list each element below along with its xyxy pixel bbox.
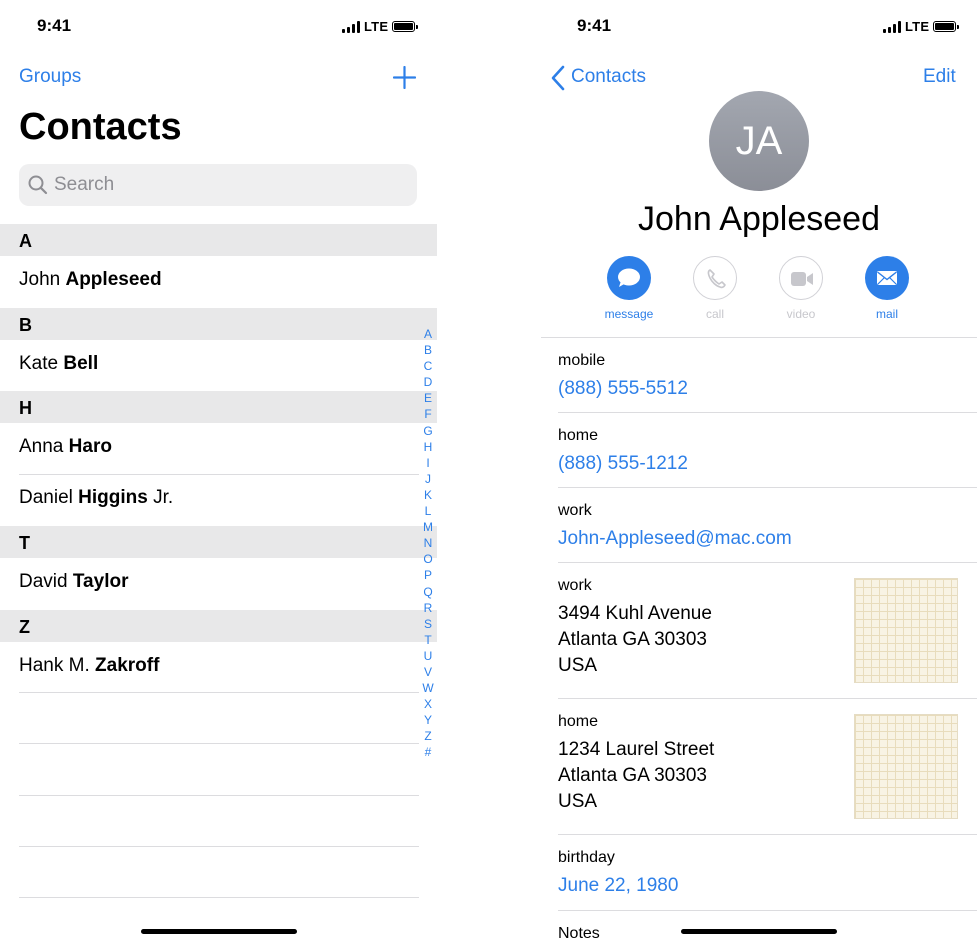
index-letter[interactable]: Y — [420, 712, 436, 728]
index-letter[interactable]: P — [420, 567, 436, 583]
field-divider — [558, 412, 977, 413]
index-letter[interactable]: I — [420, 455, 436, 471]
contact-row[interactable]: David Taylor — [19, 558, 419, 609]
index-letter[interactable]: S — [420, 616, 436, 632]
field-divider — [558, 698, 977, 699]
signal-icon — [342, 20, 360, 33]
index-letter[interactable]: O — [420, 551, 436, 567]
page-title: Contacts — [19, 106, 182, 148]
index-letter[interactable]: # — [420, 744, 436, 760]
home-indicator[interactable] — [141, 929, 297, 934]
section-index[interactable]: A B C D E F G H I J K L M N O P Q R S T U V W X Y Z # — [420, 326, 436, 761]
index-letter[interactable]: V — [420, 664, 436, 680]
video-icon — [791, 272, 813, 286]
field-divider — [558, 562, 977, 563]
index-letter[interactable]: N — [420, 535, 436, 551]
mobile-label: mobile — [558, 352, 606, 369]
home-indicator[interactable] — [681, 929, 837, 934]
chevron-left-icon — [551, 65, 565, 91]
row-divider — [19, 795, 419, 796]
index-letter[interactable]: H — [420, 439, 436, 455]
contact-row[interactable]: Daniel Higgins Jr. — [19, 474, 419, 525]
status-time: 9:41 — [37, 16, 72, 35]
search-icon — [28, 175, 48, 195]
status-bar: 9:41 LTE — [541, 0, 977, 54]
index-letter[interactable]: J — [420, 471, 436, 487]
network-label: LTE — [905, 19, 930, 34]
search-field[interactable]: Search — [19, 164, 417, 206]
home-phone-label: home — [558, 427, 599, 444]
signal-icon — [883, 20, 901, 33]
index-letter[interactable]: R — [420, 600, 436, 616]
battery-icon — [933, 21, 960, 32]
contact-row[interactable]: Kate Bell — [19, 340, 419, 391]
index-letter[interactable]: T — [420, 632, 436, 648]
add-contact-icon[interactable] — [393, 66, 416, 89]
field-divider — [558, 834, 977, 835]
contacts-list-screen: 9:41 LTE Groups Contacts Search A John A… — [0, 0, 437, 944]
contact-name: John Appleseed — [638, 200, 880, 238]
row-divider — [19, 743, 419, 744]
index-letter[interactable]: A — [420, 326, 436, 342]
birthday-label: birthday — [558, 849, 615, 866]
phone-icon — [707, 269, 726, 289]
home-address[interactable]: 1234 Laurel Street Atlanta GA 30303 USA — [558, 737, 714, 815]
index-letter[interactable]: C — [420, 358, 436, 374]
mail-button[interactable]: mail — [857, 256, 917, 321]
back-label: Contacts — [571, 66, 646, 87]
search-placeholder: Search — [54, 174, 115, 195]
index-letter[interactable]: X — [420, 696, 436, 712]
section-header-z: Z — [0, 610, 437, 642]
battery-icon — [392, 21, 419, 32]
groups-button[interactable]: Groups — [19, 66, 81, 88]
header-divider — [541, 337, 977, 338]
work-address[interactable]: 3494 Kuhl Avenue Atlanta GA 30303 USA — [558, 601, 712, 679]
call-button: call — [685, 256, 745, 321]
video-button: video — [771, 256, 831, 321]
index-letter[interactable]: W — [420, 680, 436, 696]
birthday-value[interactable]: June 22, 1980 — [558, 873, 678, 899]
contact-row[interactable]: Hank M. Zakroff — [19, 642, 419, 693]
contact-detail-screen: 9:41 LTE Contacts Edit JA John Appleseed… — [541, 0, 977, 944]
notes-label[interactable]: Notes — [558, 925, 600, 943]
network-label: LTE — [364, 19, 389, 34]
section-header-b: B — [0, 308, 437, 340]
home-address-label: home — [558, 713, 599, 730]
index-letter[interactable]: Q — [420, 584, 436, 600]
field-divider — [558, 910, 977, 911]
mail-icon — [877, 271, 897, 285]
index-letter[interactable]: L — [420, 503, 436, 519]
row-divider — [19, 897, 419, 898]
work-email-label: work — [558, 502, 592, 519]
index-letter[interactable]: B — [420, 342, 436, 358]
index-letter[interactable]: D — [420, 374, 436, 390]
section-header-a: A — [0, 224, 437, 256]
mobile-number[interactable]: (888) 555-5512 — [558, 376, 688, 402]
message-button[interactable]: message — [599, 256, 659, 321]
row-divider — [19, 846, 419, 847]
section-header-h: H — [0, 391, 437, 423]
avatar: JA — [709, 91, 809, 191]
field-divider — [558, 487, 977, 488]
home-map-thumbnail[interactable] — [854, 714, 958, 819]
work-map-thumbnail[interactable] — [854, 578, 958, 683]
status-bar: 9:41 LTE — [0, 0, 437, 54]
work-address-label: work — [558, 577, 592, 594]
work-email[interactable]: John-Appleseed@mac.com — [558, 526, 792, 552]
status-time: 9:41 — [577, 16, 612, 35]
contact-row[interactable]: John Appleseed — [19, 256, 419, 307]
index-letter[interactable]: K — [420, 487, 436, 503]
edit-button[interactable]: Edit — [923, 66, 956, 88]
row-divider — [19, 692, 419, 693]
contact-row[interactable]: Anna Haro — [19, 423, 419, 474]
index-letter[interactable]: E — [420, 390, 436, 406]
index-letter[interactable]: G — [420, 423, 436, 439]
section-header-t: T — [0, 526, 437, 558]
message-icon — [618, 268, 640, 287]
index-letter[interactable]: U — [420, 648, 436, 664]
home-phone-number[interactable]: (888) 555-1212 — [558, 451, 688, 477]
index-letter[interactable]: Z — [420, 728, 436, 744]
index-letter[interactable]: F — [420, 406, 436, 422]
index-letter[interactable]: M — [420, 519, 436, 535]
